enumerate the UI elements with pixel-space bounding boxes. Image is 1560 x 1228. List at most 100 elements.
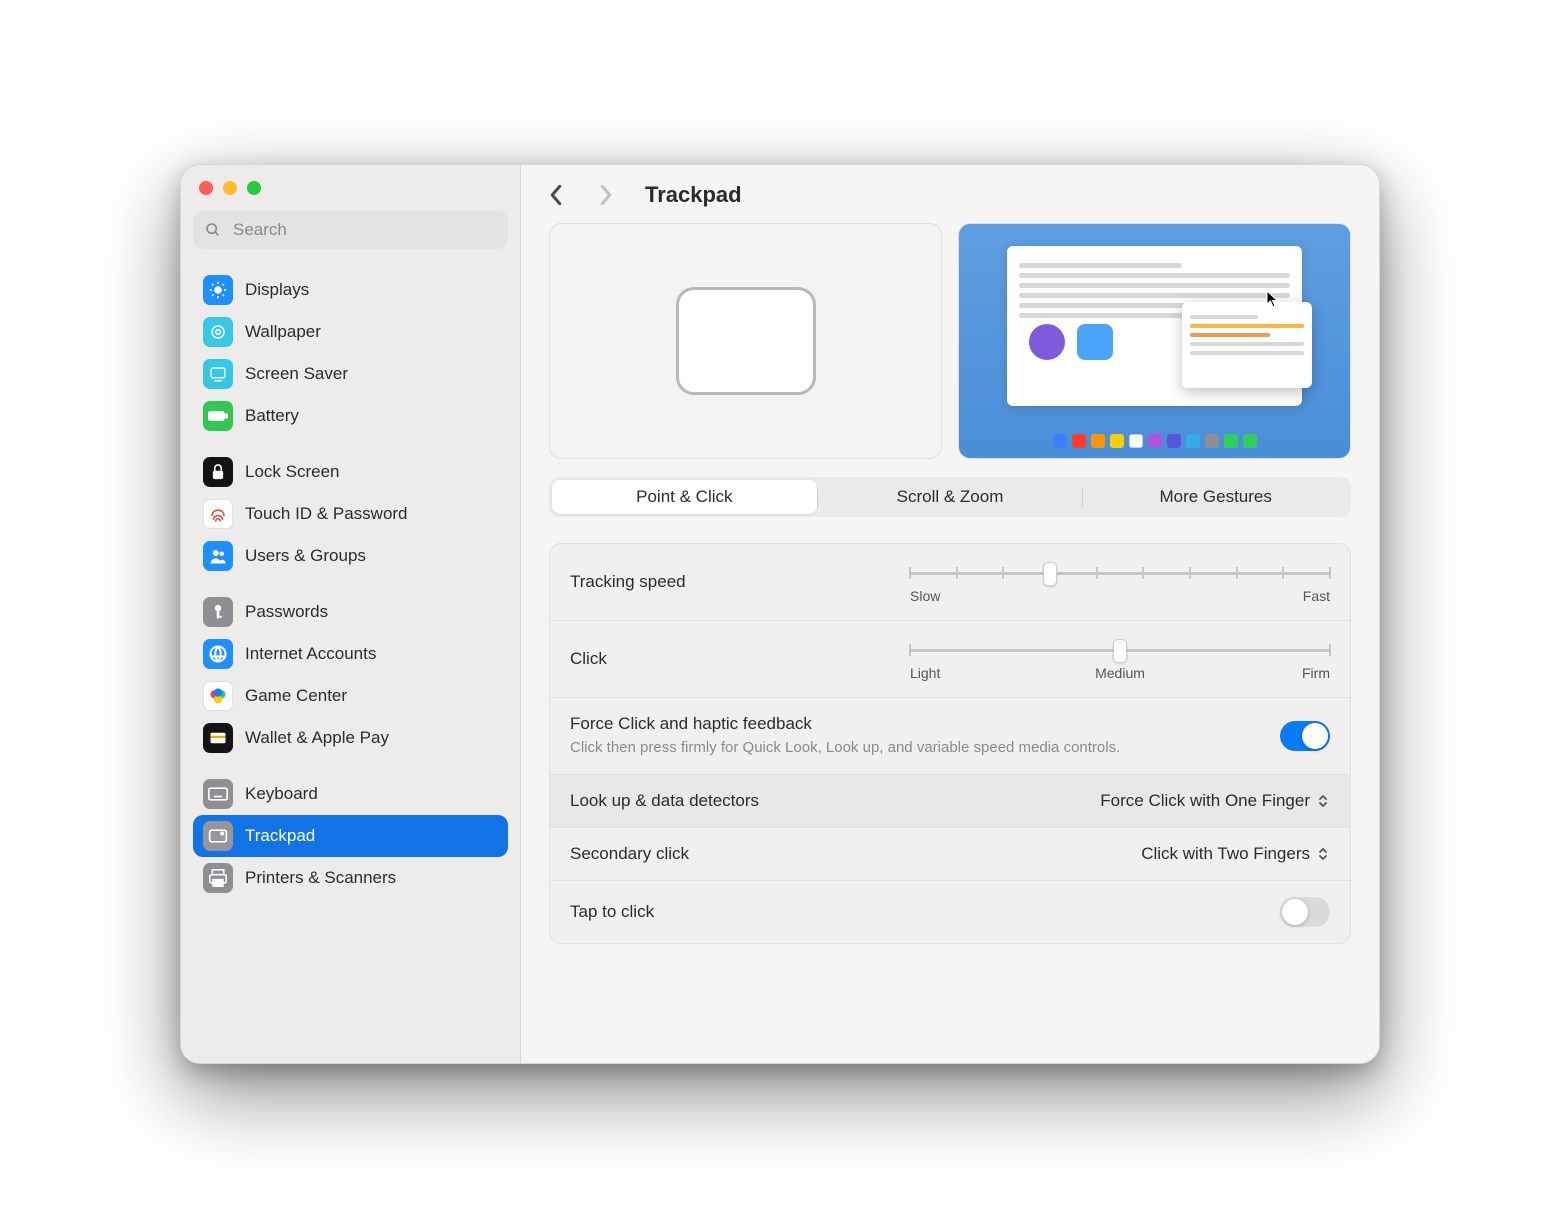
sidebar-item-label: Game Center (245, 686, 347, 706)
sidebar-item-label: Users & Groups (245, 546, 366, 566)
sidebar-list[interactable]: Displays Wallpaper Screen Saver Battery Lock… (181, 253, 520, 1063)
click-label: Click (570, 649, 607, 669)
lookup-select[interactable]: Force Click with One Finger (1100, 791, 1330, 811)
displays-icon (203, 275, 233, 305)
tracking-max-label: Fast (1303, 588, 1330, 604)
force-click-toggle[interactable] (1280, 721, 1330, 751)
close-window-button[interactable] (199, 181, 213, 195)
sidebar-item-wallpaper[interactable]: Wallpaper (193, 311, 508, 353)
force-click-label: Force Click and haptic feedback (570, 714, 1120, 734)
passwords-icon (203, 597, 233, 627)
tap-to-click-toggle[interactable] (1280, 897, 1330, 927)
tab-point-click[interactable]: Point & Click (552, 480, 817, 514)
printers-icon (203, 863, 233, 893)
search-input[interactable] (231, 219, 496, 241)
cursor-icon (1266, 290, 1280, 308)
secondary-click-row: Secondary click Click with Two Fingers (550, 828, 1350, 881)
sidebar: Displays Wallpaper Screen Saver Battery Lock… (181, 165, 521, 1063)
sidebar-item-label: Displays (245, 280, 309, 300)
tab-scroll-zoom[interactable]: Scroll & Zoom (818, 480, 1083, 514)
click-max-label: Firm (1302, 665, 1330, 681)
sidebar-item-trackpad[interactable]: Trackpad (193, 815, 508, 857)
click-min-label: Light (910, 665, 940, 681)
slider-click-knob[interactable] (1113, 639, 1127, 663)
sidebar-item-passwords[interactable]: Passwords (193, 591, 508, 633)
game-icon (203, 681, 233, 711)
internet-icon (203, 639, 233, 669)
zoom-window-button[interactable] (247, 181, 261, 195)
sidebar-item-displays[interactable]: Displays (193, 269, 508, 311)
sidebar-item-label: Lock Screen (245, 462, 340, 482)
force-click-description: Click then press firmly for Quick Look, … (570, 738, 1120, 758)
lookup-row: Look up & data detectors Force Click wit… (550, 775, 1350, 828)
force-click-row: Force Click and haptic feedback Click th… (550, 698, 1350, 775)
sidebar-item-label: Wallpaper (245, 322, 321, 342)
users-icon (203, 541, 233, 571)
sidebar-item-game[interactable]: Game Center (193, 675, 508, 717)
tracking-speed-label: Tracking speed (570, 572, 686, 592)
dock-icon (1053, 434, 1257, 448)
sidebar-item-lock[interactable]: Lock Screen (193, 451, 508, 493)
minimize-window-button[interactable] (223, 181, 237, 195)
gesture-preview (958, 223, 1351, 459)
tap-to-click-label: Tap to click (570, 902, 654, 922)
sidebar-item-touchid[interactable]: Touch ID & Password (193, 493, 508, 535)
search-container (181, 203, 520, 253)
content-scroll[interactable]: Point & ClickScroll & ZoomMore Gestures … (521, 221, 1379, 1063)
preview-row (549, 223, 1351, 459)
keyboard-icon (203, 779, 233, 809)
tab-more-gestures[interactable]: More Gestures (1083, 480, 1348, 514)
tracking-speed-slider[interactable]: Slow Fast (910, 560, 1330, 604)
tab-bar: Point & ClickScroll & ZoomMore Gestures (549, 477, 1351, 517)
click-row: Click Light Medium Firm (550, 621, 1350, 698)
chevron-updown-icon (1316, 792, 1330, 810)
back-button[interactable] (539, 179, 573, 211)
battery-icon (203, 401, 233, 431)
screensaver-icon (203, 359, 233, 389)
sidebar-item-users[interactable]: Users & Groups (193, 535, 508, 577)
search-field[interactable] (193, 211, 508, 249)
secondary-click-value: Click with Two Fingers (1141, 844, 1310, 864)
slider-tracking-knob[interactable] (1043, 562, 1057, 586)
secondary-click-label: Secondary click (570, 844, 689, 864)
sidebar-item-label: Battery (245, 406, 299, 426)
header: Trackpad (521, 165, 1379, 221)
sidebar-item-label: Internet Accounts (245, 644, 376, 664)
settings-panel: Tracking speed Slow Fast Click (549, 543, 1351, 944)
page-title: Trackpad (645, 182, 742, 208)
sidebar-item-label: Wallet & Apple Pay (245, 728, 389, 748)
sidebar-item-label: Screen Saver (245, 364, 348, 384)
touchid-icon (203, 499, 233, 529)
sidebar-item-printers[interactable]: Printers & Scanners (193, 857, 508, 899)
click-mid-label: Medium (1095, 665, 1145, 681)
window-controls (181, 165, 520, 203)
wallet-icon (203, 723, 233, 753)
lookup-label: Look up & data detectors (570, 791, 759, 811)
sidebar-item-label: Keyboard (245, 784, 318, 804)
sidebar-item-label: Trackpad (245, 826, 315, 846)
chevron-updown-icon (1316, 845, 1330, 863)
secondary-click-select[interactable]: Click with Two Fingers (1141, 844, 1330, 864)
tap-to-click-row: Tap to click (550, 881, 1350, 943)
sidebar-item-internet[interactable]: Internet Accounts (193, 633, 508, 675)
forward-button[interactable] (589, 179, 623, 211)
lookup-value: Force Click with One Finger (1100, 791, 1310, 811)
sidebar-item-screensaver[interactable]: Screen Saver (193, 353, 508, 395)
system-settings-window: Displays Wallpaper Screen Saver Battery Lock… (180, 164, 1380, 1064)
sidebar-item-battery[interactable]: Battery (193, 395, 508, 437)
sidebar-item-label: Touch ID & Password (245, 504, 408, 524)
wallpaper-icon (203, 317, 233, 347)
search-icon (205, 222, 221, 238)
tracking-min-label: Slow (910, 588, 940, 604)
lock-icon (203, 457, 233, 487)
trackpad-preview (549, 223, 942, 459)
sidebar-item-label: Passwords (245, 602, 328, 622)
tracking-speed-row: Tracking speed Slow Fast (550, 544, 1350, 621)
trackpad-icon (676, 287, 816, 395)
sidebar-item-keyboard[interactable]: Keyboard (193, 773, 508, 815)
sidebar-item-wallet[interactable]: Wallet & Apple Pay (193, 717, 508, 759)
click-slider[interactable]: Light Medium Firm (910, 637, 1330, 681)
main-content: Trackpad (521, 165, 1379, 1063)
trackpad-icon (203, 821, 233, 851)
sidebar-item-label: Printers & Scanners (245, 868, 396, 888)
